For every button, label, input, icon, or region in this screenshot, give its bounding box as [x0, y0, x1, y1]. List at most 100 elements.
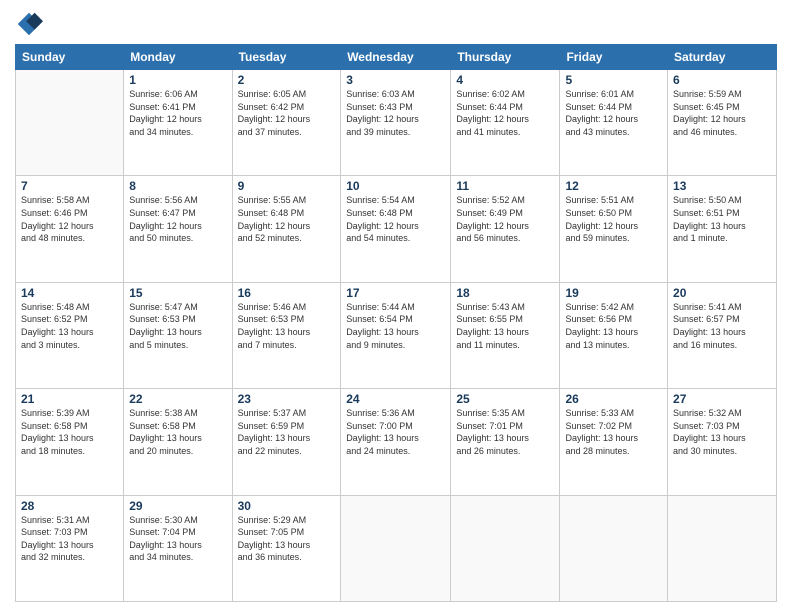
day-number: 4: [456, 73, 554, 87]
day-number: 11: [456, 179, 554, 193]
calendar-cell: 10Sunrise: 5:54 AM Sunset: 6:48 PM Dayli…: [341, 176, 451, 282]
calendar-cell: 11Sunrise: 5:52 AM Sunset: 6:49 PM Dayli…: [451, 176, 560, 282]
calendar-cell: 24Sunrise: 5:36 AM Sunset: 7:00 PM Dayli…: [341, 389, 451, 495]
calendar-cell: [451, 495, 560, 601]
logo: [15, 10, 45, 38]
day-info: Sunrise: 5:30 AM Sunset: 7:04 PM Dayligh…: [129, 514, 226, 564]
calendar-cell: [341, 495, 451, 601]
day-number: 17: [346, 286, 445, 300]
calendar-cell: [16, 70, 124, 176]
day-info: Sunrise: 5:47 AM Sunset: 6:53 PM Dayligh…: [129, 301, 226, 351]
day-number: 7: [21, 179, 118, 193]
day-number: 14: [21, 286, 118, 300]
day-number: 8: [129, 179, 226, 193]
calendar-cell: 3Sunrise: 6:03 AM Sunset: 6:43 PM Daylig…: [341, 70, 451, 176]
day-info: Sunrise: 6:02 AM Sunset: 6:44 PM Dayligh…: [456, 88, 554, 138]
calendar-header-row: SundayMondayTuesdayWednesdayThursdayFrid…: [16, 45, 777, 70]
day-info: Sunrise: 5:29 AM Sunset: 7:05 PM Dayligh…: [238, 514, 336, 564]
weekday-header-thursday: Thursday: [451, 45, 560, 70]
day-info: Sunrise: 5:54 AM Sunset: 6:48 PM Dayligh…: [346, 194, 445, 244]
day-info: Sunrise: 5:55 AM Sunset: 6:48 PM Dayligh…: [238, 194, 336, 244]
weekday-header-tuesday: Tuesday: [232, 45, 341, 70]
day-info: Sunrise: 5:59 AM Sunset: 6:45 PM Dayligh…: [673, 88, 771, 138]
calendar-table: SundayMondayTuesdayWednesdayThursdayFrid…: [15, 44, 777, 602]
calendar-cell: 14Sunrise: 5:48 AM Sunset: 6:52 PM Dayli…: [16, 282, 124, 388]
weekday-header-monday: Monday: [124, 45, 232, 70]
calendar-cell: 12Sunrise: 5:51 AM Sunset: 6:50 PM Dayli…: [560, 176, 668, 282]
calendar-cell: 9Sunrise: 5:55 AM Sunset: 6:48 PM Daylig…: [232, 176, 341, 282]
calendar-week-0: 1Sunrise: 6:06 AM Sunset: 6:41 PM Daylig…: [16, 70, 777, 176]
day-info: Sunrise: 5:38 AM Sunset: 6:58 PM Dayligh…: [129, 407, 226, 457]
calendar-cell: 18Sunrise: 5:43 AM Sunset: 6:55 PM Dayli…: [451, 282, 560, 388]
day-number: 21: [21, 392, 118, 406]
day-number: 13: [673, 179, 771, 193]
calendar-cell: 17Sunrise: 5:44 AM Sunset: 6:54 PM Dayli…: [341, 282, 451, 388]
day-number: 22: [129, 392, 226, 406]
day-number: 20: [673, 286, 771, 300]
calendar-cell: 2Sunrise: 6:05 AM Sunset: 6:42 PM Daylig…: [232, 70, 341, 176]
day-info: Sunrise: 5:51 AM Sunset: 6:50 PM Dayligh…: [565, 194, 662, 244]
day-info: Sunrise: 5:41 AM Sunset: 6:57 PM Dayligh…: [673, 301, 771, 351]
day-info: Sunrise: 6:05 AM Sunset: 6:42 PM Dayligh…: [238, 88, 336, 138]
calendar-cell: 29Sunrise: 5:30 AM Sunset: 7:04 PM Dayli…: [124, 495, 232, 601]
day-number: 9: [238, 179, 336, 193]
calendar-cell: 28Sunrise: 5:31 AM Sunset: 7:03 PM Dayli…: [16, 495, 124, 601]
day-number: 28: [21, 499, 118, 513]
weekday-header-saturday: Saturday: [668, 45, 777, 70]
day-number: 26: [565, 392, 662, 406]
calendar-cell: 26Sunrise: 5:33 AM Sunset: 7:02 PM Dayli…: [560, 389, 668, 495]
day-info: Sunrise: 5:46 AM Sunset: 6:53 PM Dayligh…: [238, 301, 336, 351]
day-info: Sunrise: 5:58 AM Sunset: 6:46 PM Dayligh…: [21, 194, 118, 244]
calendar-week-1: 7Sunrise: 5:58 AM Sunset: 6:46 PM Daylig…: [16, 176, 777, 282]
day-number: 24: [346, 392, 445, 406]
calendar-cell: 30Sunrise: 5:29 AM Sunset: 7:05 PM Dayli…: [232, 495, 341, 601]
day-number: 3: [346, 73, 445, 87]
day-number: 30: [238, 499, 336, 513]
day-number: 27: [673, 392, 771, 406]
day-number: 23: [238, 392, 336, 406]
day-info: Sunrise: 5:37 AM Sunset: 6:59 PM Dayligh…: [238, 407, 336, 457]
day-info: Sunrise: 5:56 AM Sunset: 6:47 PM Dayligh…: [129, 194, 226, 244]
day-number: 29: [129, 499, 226, 513]
day-info: Sunrise: 6:01 AM Sunset: 6:44 PM Dayligh…: [565, 88, 662, 138]
calendar-cell: 27Sunrise: 5:32 AM Sunset: 7:03 PM Dayli…: [668, 389, 777, 495]
day-info: Sunrise: 5:33 AM Sunset: 7:02 PM Dayligh…: [565, 407, 662, 457]
day-info: Sunrise: 5:44 AM Sunset: 6:54 PM Dayligh…: [346, 301, 445, 351]
calendar-cell: 23Sunrise: 5:37 AM Sunset: 6:59 PM Dayli…: [232, 389, 341, 495]
calendar-cell: [668, 495, 777, 601]
day-number: 19: [565, 286, 662, 300]
day-info: Sunrise: 5:52 AM Sunset: 6:49 PM Dayligh…: [456, 194, 554, 244]
calendar-cell: [560, 495, 668, 601]
calendar-cell: 8Sunrise: 5:56 AM Sunset: 6:47 PM Daylig…: [124, 176, 232, 282]
day-info: Sunrise: 6:03 AM Sunset: 6:43 PM Dayligh…: [346, 88, 445, 138]
calendar-week-3: 21Sunrise: 5:39 AM Sunset: 6:58 PM Dayli…: [16, 389, 777, 495]
day-number: 2: [238, 73, 336, 87]
calendar-cell: 21Sunrise: 5:39 AM Sunset: 6:58 PM Dayli…: [16, 389, 124, 495]
day-number: 18: [456, 286, 554, 300]
logo-icon: [15, 10, 43, 38]
day-number: 6: [673, 73, 771, 87]
calendar-cell: 16Sunrise: 5:46 AM Sunset: 6:53 PM Dayli…: [232, 282, 341, 388]
day-info: Sunrise: 6:06 AM Sunset: 6:41 PM Dayligh…: [129, 88, 226, 138]
day-info: Sunrise: 5:42 AM Sunset: 6:56 PM Dayligh…: [565, 301, 662, 351]
day-number: 5: [565, 73, 662, 87]
day-number: 1: [129, 73, 226, 87]
day-number: 25: [456, 392, 554, 406]
day-info: Sunrise: 5:48 AM Sunset: 6:52 PM Dayligh…: [21, 301, 118, 351]
day-info: Sunrise: 5:32 AM Sunset: 7:03 PM Dayligh…: [673, 407, 771, 457]
calendar-cell: 5Sunrise: 6:01 AM Sunset: 6:44 PM Daylig…: [560, 70, 668, 176]
calendar-cell: 4Sunrise: 6:02 AM Sunset: 6:44 PM Daylig…: [451, 70, 560, 176]
day-info: Sunrise: 5:50 AM Sunset: 6:51 PM Dayligh…: [673, 194, 771, 244]
calendar-cell: 13Sunrise: 5:50 AM Sunset: 6:51 PM Dayli…: [668, 176, 777, 282]
calendar-cell: 15Sunrise: 5:47 AM Sunset: 6:53 PM Dayli…: [124, 282, 232, 388]
weekday-header-wednesday: Wednesday: [341, 45, 451, 70]
day-number: 10: [346, 179, 445, 193]
calendar-cell: 22Sunrise: 5:38 AM Sunset: 6:58 PM Dayli…: [124, 389, 232, 495]
day-info: Sunrise: 5:43 AM Sunset: 6:55 PM Dayligh…: [456, 301, 554, 351]
day-number: 16: [238, 286, 336, 300]
calendar-week-2: 14Sunrise: 5:48 AM Sunset: 6:52 PM Dayli…: [16, 282, 777, 388]
weekday-header-friday: Friday: [560, 45, 668, 70]
day-info: Sunrise: 5:39 AM Sunset: 6:58 PM Dayligh…: [21, 407, 118, 457]
calendar-cell: 7Sunrise: 5:58 AM Sunset: 6:46 PM Daylig…: [16, 176, 124, 282]
day-info: Sunrise: 5:35 AM Sunset: 7:01 PM Dayligh…: [456, 407, 554, 457]
